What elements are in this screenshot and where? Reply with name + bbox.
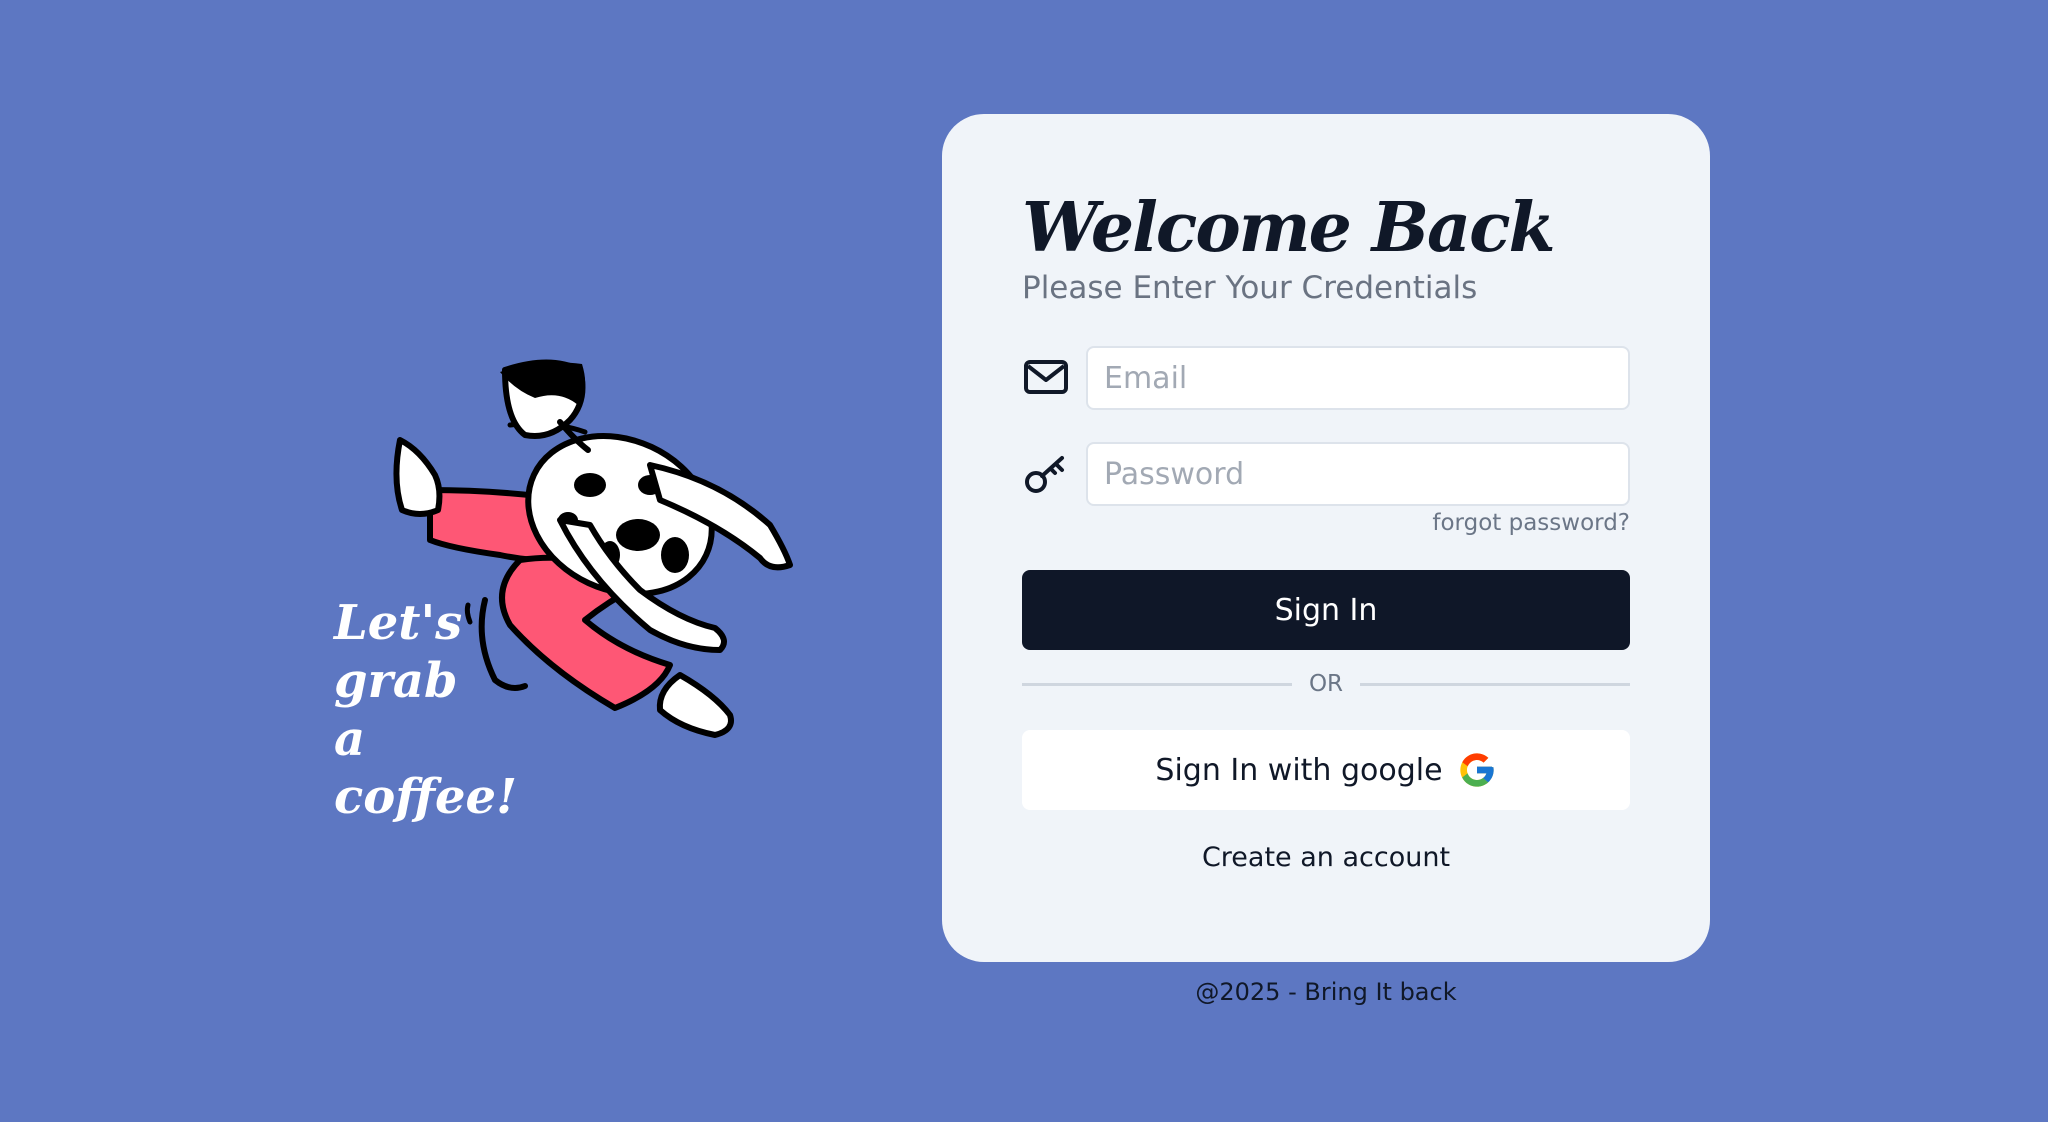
- google-sign-in-label: Sign In with google: [1155, 752, 1443, 788]
- email-input[interactable]: [1086, 346, 1630, 410]
- mail-icon: [1024, 360, 1068, 394]
- sign-in-button[interactable]: Sign In: [1022, 570, 1630, 650]
- create-account: Create an account: [942, 842, 1710, 873]
- hero-caption: Let's grab a coffee!: [334, 594, 534, 826]
- or-label: OR: [1308, 671, 1344, 697]
- login-page: Let's grab a coffee! Welcome Back Please…: [0, 0, 2048, 1122]
- password-row: [1022, 442, 1630, 506]
- or-divider: OR: [1022, 668, 1630, 700]
- hero-caption-line: Let's: [334, 595, 463, 651]
- footer-text: @2025 - Bring It back: [1195, 978, 1457, 1006]
- hero-caption-line: a coffee!: [334, 711, 518, 825]
- google-icon: [1459, 753, 1494, 787]
- create-account-link[interactable]: Create an account: [1202, 842, 1450, 873]
- email-row: [1022, 346, 1630, 410]
- password-input[interactable]: [1086, 442, 1630, 506]
- page-subtitle: Please Enter Your Credentials: [1022, 270, 1478, 306]
- hero-caption-line: grab: [334, 653, 458, 709]
- key-icon: [1025, 456, 1064, 493]
- forgot-password-link[interactable]: forgot password?: [1432, 510, 1630, 536]
- google-sign-in-button[interactable]: Sign In with google: [1022, 730, 1630, 810]
- page-title: Welcome Back: [1022, 188, 1556, 268]
- login-card: Welcome Back Please Enter Your Credentia…: [942, 114, 1710, 962]
